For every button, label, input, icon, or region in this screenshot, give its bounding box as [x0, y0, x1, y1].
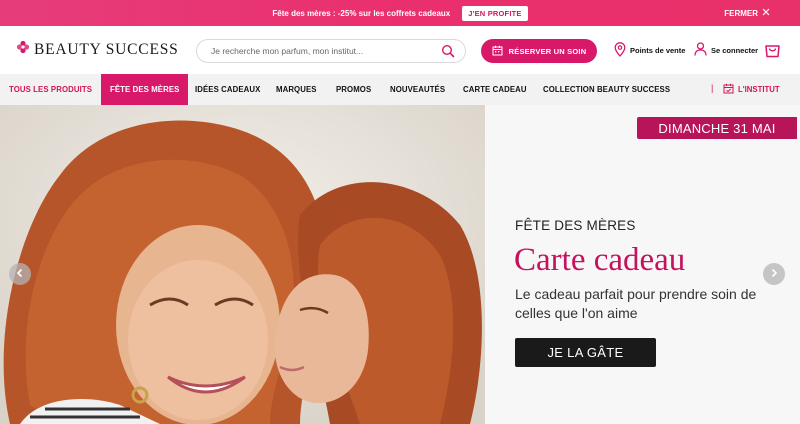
- logo-text: BEAUTY SUCCESS: [34, 40, 179, 58]
- hero-subtitle: Le cadeau parfait pour prendre soin de c…: [515, 286, 757, 321]
- calendar-icon: [492, 45, 503, 58]
- main-nav: TOUS LES PRODUITS FÊTE DES MÈRES IDÉES C…: [0, 74, 800, 105]
- hero-cta-button[interactable]: JE LA GÂTE: [515, 338, 656, 367]
- search-input[interactable]: Je recherche mon parfum, mon institut...: [196, 39, 466, 63]
- nav-separator: |: [711, 83, 714, 93]
- promo-cta-button[interactable]: J'EN PROFITE: [462, 5, 528, 21]
- nav-item-gift-card[interactable]: CARTE CADEAU: [463, 74, 527, 105]
- close-icon: [762, 8, 770, 18]
- date-badge: DIMANCHE 31 MAI: [637, 117, 797, 139]
- nav-item-brands[interactable]: MARQUES: [276, 74, 317, 105]
- user-icon: [694, 42, 707, 58]
- nav-item-gift-ideas[interactable]: IDÉES CADEAUX: [195, 74, 260, 105]
- site-header: BEAUTY SUCCESS Je recherche mon parfum, …: [0, 26, 800, 74]
- reserve-treatment-button[interactable]: RÉSERVER UN SOIN: [481, 39, 597, 63]
- promo-bar: Fête des mères : -25% sur les coffrets c…: [0, 0, 800, 26]
- search-icon[interactable]: [441, 44, 455, 60]
- chevron-left-icon: [15, 265, 25, 283]
- promo-text: Fête des mères : -25% sur les coffrets c…: [272, 8, 451, 18]
- logo-flower-icon: [16, 40, 30, 59]
- hero-banner[interactable]: DIMANCHE 31 MAI FÊTE DES MÈRES Carte cad…: [0, 105, 800, 424]
- institut-label: L'INSTITUT: [738, 85, 780, 94]
- chevron-right-icon: [769, 265, 779, 283]
- cart-icon[interactable]: [764, 41, 781, 63]
- points-label: Points de vente: [630, 46, 686, 55]
- hero-title: Carte cadeau: [514, 242, 686, 278]
- close-promo-button[interactable]: FERMER: [724, 8, 770, 18]
- nav-item-promos[interactable]: PROMOS: [336, 74, 371, 105]
- search-placeholder: Je recherche mon parfum, mon institut...: [211, 46, 364, 56]
- nav-item-mothers-day[interactable]: FÊTE DES MÈRES: [101, 74, 189, 105]
- login-link[interactable]: Se connecter: [694, 42, 758, 58]
- nav-item-collection[interactable]: COLLECTION BEAUTY SUCCESS: [543, 74, 670, 105]
- nav-item-institut[interactable]: L'INSTITUT: [723, 74, 780, 105]
- carousel-prev-button[interactable]: [9, 263, 31, 285]
- hero-kicker: FÊTE DES MÈRES: [515, 218, 636, 233]
- carousel-next-button[interactable]: [763, 263, 785, 285]
- hero-photo: [0, 105, 485, 424]
- logo[interactable]: BEAUTY SUCCESS: [16, 40, 179, 59]
- nav-item-new[interactable]: NOUVEAUTÉS: [390, 74, 445, 105]
- map-pin-icon: [614, 42, 626, 59]
- login-label: Se connecter: [711, 45, 759, 55]
- store-locator-link[interactable]: Points de vente: [614, 42, 685, 59]
- nav-item-all-products[interactable]: TOUS LES PRODUITS: [9, 74, 92, 105]
- calendar-check-icon: [723, 83, 734, 96]
- close-label: FERMER: [724, 8, 758, 18]
- reserve-label: RÉSERVER UN SOIN: [508, 46, 587, 56]
